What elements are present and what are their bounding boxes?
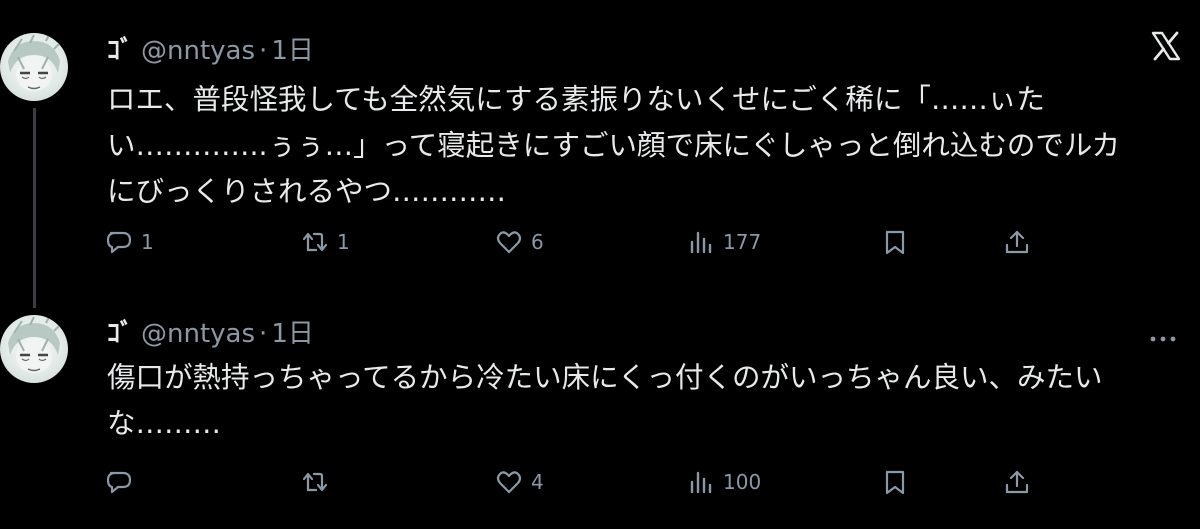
more-options-icon[interactable] [1148, 328, 1178, 342]
display-name[interactable]: ｺﾞ [107, 313, 133, 350]
tweet[interactable]: ｺﾞ @nntyas · 1日 ロエ、普段怪我しても全然気にする素振りないくせに… [0, 0, 1200, 308]
views-count: 100 [723, 470, 762, 494]
like-button[interactable]: 4 [495, 467, 544, 497]
user-handle[interactable]: @nntyas [141, 319, 255, 349]
bookmark-icon [885, 230, 905, 255]
user-handle[interactable]: @nntyas [141, 36, 255, 66]
views-button[interactable]: 100 [687, 467, 761, 497]
share-icon [1005, 470, 1029, 494]
views-icon [690, 231, 712, 254]
bookmark-icon [885, 470, 905, 495]
tweet-actions: 1 1 6 177 [105, 227, 1065, 257]
timestamp[interactable]: 1日 [271, 313, 314, 350]
avatar[interactable] [0, 33, 68, 101]
views-count: 177 [723, 230, 762, 254]
share-button[interactable] [1003, 467, 1031, 497]
tweet[interactable]: ｺﾞ @nntyas · 1日 傷口が熱持っちゃってるから冷たい床にくっ付くのが… [0, 300, 1200, 529]
reply-icon [106, 471, 132, 494]
share-button[interactable] [1003, 227, 1031, 257]
tweet-actions: 4 100 [105, 467, 1065, 497]
tweet-header: ｺﾞ @nntyas · 1日 [107, 30, 314, 67]
thread-connector-line [33, 108, 36, 308]
heart-icon [496, 471, 522, 494]
retweet-button[interactable] [301, 467, 337, 497]
separator-dot: · [259, 319, 268, 349]
tweet-text: 傷口が熱持っちゃってるから冷たい床にくっ付くのがいっちゃん良い、みたい な……… [107, 361, 1103, 440]
retweet-icon [302, 472, 328, 492]
retweet-button[interactable]: 1 [301, 227, 350, 257]
x-logo-icon [1150, 30, 1182, 62]
avatar-image [8, 315, 63, 373]
bookmark-button[interactable] [881, 227, 909, 257]
separator-dot: · [259, 36, 268, 66]
views-icon [690, 471, 712, 494]
retweet-count: 1 [337, 230, 350, 254]
avatar[interactable] [0, 315, 68, 383]
like-count: 6 [531, 230, 544, 254]
avatar-image [8, 33, 63, 91]
display-name[interactable]: ｺﾞ [107, 30, 133, 67]
timestamp[interactable]: 1日 [271, 30, 314, 67]
like-count: 4 [531, 470, 544, 494]
reply-icon [106, 231, 132, 254]
heart-icon [496, 231, 522, 254]
like-button[interactable]: 6 [495, 227, 544, 257]
reply-button[interactable]: 1 [105, 227, 154, 257]
retweet-icon [302, 232, 328, 252]
reply-count: 1 [141, 230, 154, 254]
bookmark-button[interactable] [881, 467, 909, 497]
views-button[interactable]: 177 [687, 227, 761, 257]
tweet-text: ロエ、普段怪我しても全然気にする素振りないくせにごく稀に「……ぃた い………….… [107, 83, 1121, 208]
tweet-header: ｺﾞ @nntyas · 1日 [107, 313, 314, 350]
reply-button[interactable] [105, 467, 141, 497]
share-icon [1005, 230, 1029, 254]
